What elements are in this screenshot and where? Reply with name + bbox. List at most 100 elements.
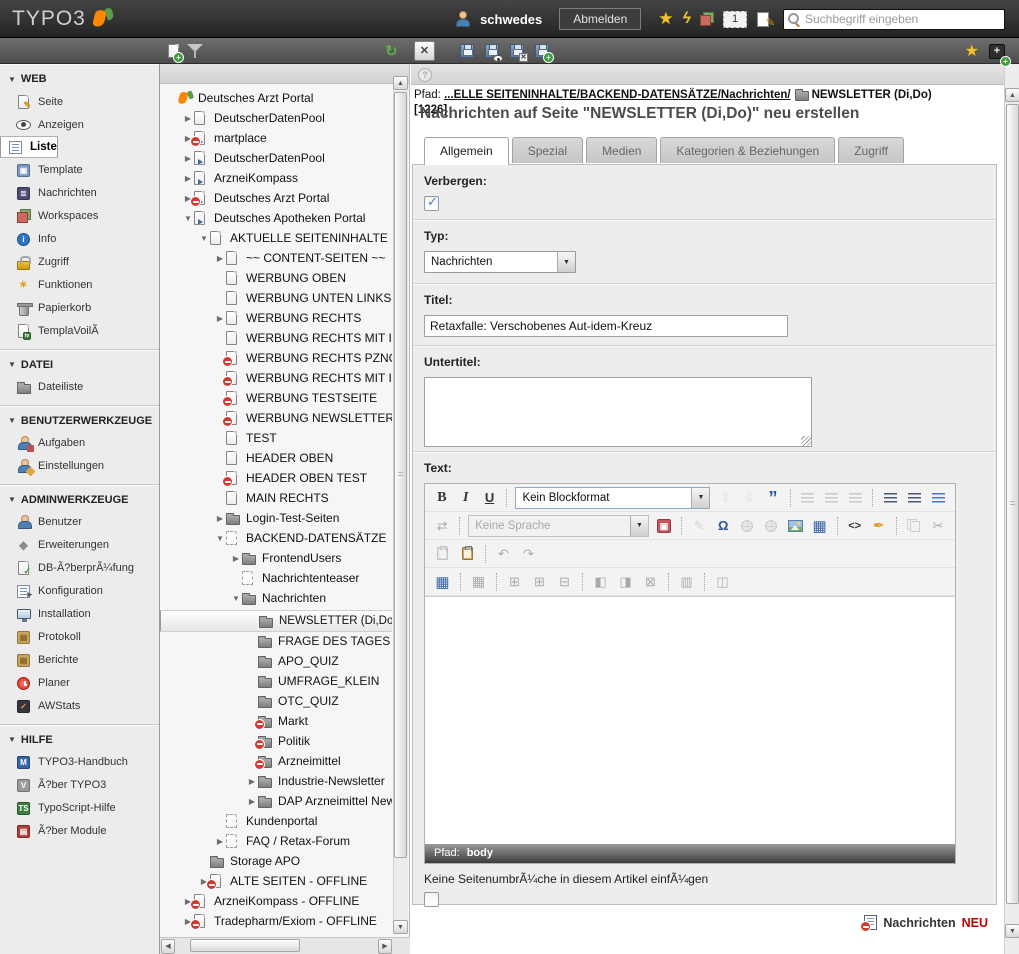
- tree-node-deutsches-arzt-portal[interactable]: Deutsches Arzt Portal: [160, 88, 392, 108]
- sidebar-item-aufgaben[interactable]: Aufgaben: [0, 432, 159, 455]
- content-scroll-up-button[interactable]: ▲: [1005, 88, 1019, 102]
- table-wizard-icon[interactable]: ▦: [467, 571, 490, 593]
- bookmark-star-icon[interactable]: ★: [658, 9, 673, 29]
- open-documents-icon[interactable]: [756, 11, 774, 27]
- tree-node-nachrichtenteaser[interactable]: Nachrichtenteaser: [160, 568, 392, 588]
- hide-checkbox[interactable]: [424, 196, 439, 211]
- insert-table-icon[interactable]: ▦: [809, 515, 831, 537]
- sidebar-item-zugriff[interactable]: Zugriff: [0, 251, 159, 274]
- expand-arrow-icon[interactable]: ▶: [214, 514, 226, 523]
- sidebar-item-erweiterungen[interactable]: ◆Erweiterungen: [0, 534, 159, 557]
- new-record-icon[interactable]: +: [168, 44, 179, 58]
- tab-medien[interactable]: Medien: [586, 137, 657, 163]
- paste-toggle-icon[interactable]: [456, 543, 479, 565]
- tree-node-deutsches-arzt-portal[interactable]: ▶Deutsches Arzt Portal: [160, 188, 392, 208]
- tree-scroll-left-button[interactable]: ◀: [161, 939, 175, 954]
- insert-link-icon[interactable]: [736, 515, 758, 537]
- tab-zugriff[interactable]: Zugriff: [838, 137, 904, 163]
- edit-element-icon[interactable]: ✎: [688, 515, 710, 537]
- expand-arrow-icon[interactable]: ▶: [214, 314, 226, 323]
- save-and-view-icon[interactable]: [485, 44, 499, 58]
- tree-node-werbung-rechts-mit-ims[interactable]: WERBUNG RECHTS MIT IMS: [160, 368, 392, 388]
- insert-column-before-icon[interactable]: ◧: [589, 571, 612, 593]
- collapse-arrow-icon[interactable]: ▼: [198, 234, 210, 243]
- underline-icon[interactable]: U: [479, 487, 501, 509]
- tree-node--content-seiten-[interactable]: ▶~~ CONTENT-SEITEN ~~: [160, 248, 392, 268]
- delete-row-icon[interactable]: ⊟: [553, 571, 576, 593]
- special-character-icon[interactable]: Ω: [712, 515, 734, 537]
- tree-node-industrie-newsletter[interactable]: ▶Industrie-Newsletter: [160, 771, 392, 791]
- tree-node-markt[interactable]: Markt: [160, 711, 392, 731]
- table-header-icon[interactable]: ▥: [675, 571, 698, 593]
- tab-spezial[interactable]: Spezial: [512, 137, 583, 163]
- sidebar-item-konfiguration[interactable]: ▸Konfiguration: [0, 580, 159, 603]
- sidebar-item-db-berpr-fung[interactable]: ✓DB-Ã?berprÃ¼fung: [0, 557, 159, 580]
- remove-format-icon[interactable]: ✒: [868, 515, 890, 537]
- tree-scroll-right-button[interactable]: ▶: [378, 939, 392, 954]
- sidebar-item-workspaces[interactable]: Workspaces: [0, 205, 159, 228]
- insert-paragraph-after-icon[interactable]: ⇩: [738, 487, 760, 509]
- collapse-arrow-icon[interactable]: ▼: [182, 214, 194, 223]
- resize-grip[interactable]: [801, 436, 811, 446]
- tree-node-arzneimittel[interactable]: Arzneimittel: [160, 751, 392, 771]
- expand-arrow-icon[interactable]: ▶: [214, 254, 226, 263]
- sidebar-item-papierkorb[interactable]: Papierkorb: [0, 297, 159, 320]
- sidebar-item-seite[interactable]: ✎Seite: [0, 90, 159, 113]
- tree-node-werbung-rechts[interactable]: ▶WERBUNG RECHTS: [160, 308, 392, 328]
- tree-node-header-oben[interactable]: HEADER OBEN: [160, 448, 392, 468]
- tree-node-werbung-oben[interactable]: WERBUNG OBEN: [160, 268, 392, 288]
- content-scroll-down-button[interactable]: ▼: [1005, 924, 1019, 938]
- tree-node-werbung-rechts-mit-ims[interactable]: WERBUNG RECHTS MIT IMS: [160, 328, 392, 348]
- cell-properties-icon[interactable]: ◫: [711, 571, 734, 593]
- username[interactable]: schwedes: [480, 12, 542, 27]
- paste-icon[interactable]: [431, 543, 454, 565]
- title-input[interactable]: [424, 315, 788, 337]
- filter-icon[interactable]: [187, 44, 203, 58]
- menu-section-header-datei[interactable]: ▼DATEI: [0, 350, 159, 376]
- sidebar-item-benutzer[interactable]: Benutzer: [0, 511, 159, 534]
- save-and-close-icon[interactable]: ✕: [510, 44, 524, 58]
- language-select[interactable]: Keine Sprache▼: [468, 515, 649, 537]
- sidebar-item-planer[interactable]: Planer: [0, 672, 159, 695]
- refresh-tree-icon[interactable]: ↻: [385, 42, 398, 60]
- expand-arrow-icon[interactable]: ▶: [214, 837, 226, 846]
- content-scrollbar-thumb[interactable]: [1006, 104, 1019, 904]
- tree-node-werbung-rechts-pznche[interactable]: WERBUNG RECHTS PZNCHE: [160, 348, 392, 368]
- redo-icon[interactable]: ↷: [517, 543, 540, 565]
- justify-full-icon[interactable]: [927, 487, 949, 509]
- tree-node-frage-des-tages[interactable]: FRAGE DES TAGES: [160, 631, 392, 651]
- sidebar-item-typoscript-hilfe[interactable]: TSTypoScript-Hilfe: [0, 797, 159, 820]
- tree-node-main-rechts[interactable]: MAIN RECHTS: [160, 488, 392, 508]
- collapse-arrow-icon[interactable]: ▼: [230, 594, 242, 603]
- expand-arrow-icon[interactable]: ▶: [230, 554, 242, 563]
- save-icon[interactable]: [460, 44, 474, 58]
- sidebar-item-typo3-handbuch[interactable]: MTYPO3-Handbuch: [0, 751, 159, 774]
- tree-node-storage-apo[interactable]: Storage APO: [160, 851, 392, 871]
- sidebar-item-info[interactable]: iInfo: [0, 228, 159, 251]
- cut-icon[interactable]: ✂: [927, 515, 949, 537]
- sidebar-item-funktionen[interactable]: ✶Funktionen: [0, 274, 159, 297]
- tree-node-martplace[interactable]: ▶martplace: [160, 128, 392, 148]
- sidebar-item-awstats[interactable]: ✓AWStats: [0, 695, 159, 718]
- sidebar-item-liste[interactable]: Liste: [0, 136, 58, 158]
- help-icon[interactable]: ?: [418, 68, 432, 82]
- insert-row-after-icon[interactable]: ⊞: [528, 571, 551, 593]
- tree-node-newsletter-di-do-[interactable]: NEWSLETTER (Di,Do): [160, 610, 392, 632]
- expand-arrow-icon[interactable]: ▶: [246, 797, 258, 806]
- tree-node-backend-datens-tze[interactable]: ▼BACKEND-DATENSÄTZE: [160, 528, 392, 548]
- expand-arrow-icon[interactable]: ▶: [246, 777, 258, 786]
- tree-node-otc-quiz[interactable]: OTC_QUIZ: [160, 691, 392, 711]
- tree-node-umfrage-klein[interactable]: UMFRAGE_KLEIN: [160, 671, 392, 691]
- insert-image-icon[interactable]: [784, 515, 806, 537]
- unlink-icon[interactable]: [760, 515, 782, 537]
- sidebar-item-installation[interactable]: Installation: [0, 603, 159, 626]
- align-left-icon[interactable]: [797, 487, 819, 509]
- undo-icon[interactable]: ↶: [492, 543, 515, 565]
- collapse-arrow-icon[interactable]: ▼: [214, 534, 226, 543]
- tree-node-arzneikompass-offline[interactable]: ▶ArzneiKompass - OFFLINE: [160, 891, 392, 911]
- tree-node-politik[interactable]: Politik: [160, 731, 392, 751]
- sidebar-item-einstellungen[interactable]: Einstellungen: [0, 455, 159, 478]
- sidebar-item-dateiliste[interactable]: Dateiliste: [0, 376, 159, 399]
- insert-column-after-icon[interactable]: ◨: [614, 571, 637, 593]
- record-footer-link[interactable]: Nachrichten NEU: [864, 915, 988, 930]
